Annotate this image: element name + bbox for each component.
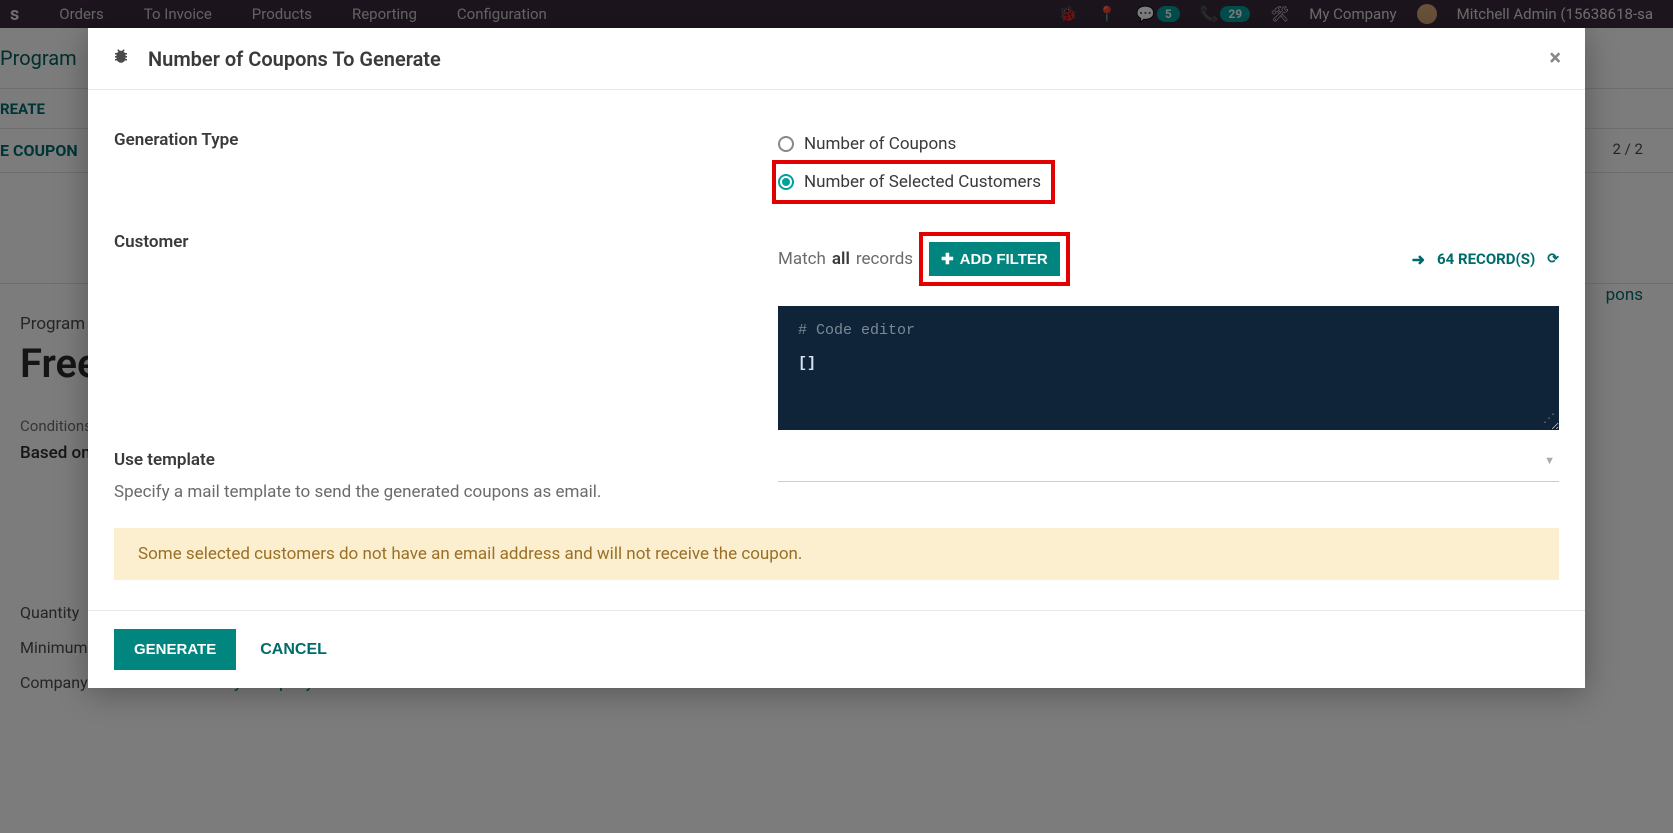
highlight-annotation: Number of Selected Customers	[772, 160, 1055, 204]
template-help-text: Specify a mail template to send the gene…	[114, 482, 778, 502]
resize-handle-icon[interactable]: ⋰	[1543, 411, 1555, 426]
cancel-button[interactable]: CANCEL	[260, 641, 327, 659]
refresh-icon[interactable]: ⟳	[1547, 251, 1559, 267]
warning-message: Some selected customers do not have an e…	[114, 528, 1559, 580]
plus-icon: ✚	[941, 250, 954, 268]
template-select[interactable]: ▼	[778, 450, 1559, 482]
use-template-label: Use template	[114, 450, 215, 470]
modal-footer: GENERATE CANCEL	[88, 610, 1585, 688]
match-all[interactable]: all	[832, 249, 850, 269]
customer-label: Customer	[114, 232, 189, 252]
close-icon[interactable]: ×	[1549, 46, 1561, 71]
match-records: records	[856, 249, 913, 269]
code-body: []	[798, 355, 1539, 372]
arrow-right-icon: ➜	[1412, 250, 1425, 269]
highlight-annotation: ✚ ADD FILTER	[919, 232, 1070, 286]
match-text: Match	[778, 249, 826, 269]
radio-number-selected-customers[interactable]: Number of Selected Customers	[778, 168, 1041, 196]
add-filter-button[interactable]: ✚ ADD FILTER	[929, 242, 1060, 276]
radio-icon-checked	[778, 174, 794, 190]
modal-title: Number of Coupons To Generate	[148, 47, 1549, 71]
radio-icon	[778, 136, 794, 152]
modal-dialog: Number of Coupons To Generate × Generati…	[88, 28, 1585, 688]
bug-icon[interactable]	[112, 47, 130, 70]
chevron-down-icon: ▼	[1544, 454, 1555, 467]
modal-header: Number of Coupons To Generate ×	[88, 28, 1585, 90]
generation-type-label: Generation Type	[114, 130, 238, 150]
code-editor[interactable]: # Code editor [] ⋰	[778, 306, 1559, 430]
records-count-link[interactable]: ➜ 64 RECORD(S) ⟳	[1412, 250, 1559, 269]
radio-number-of-coupons[interactable]: Number of Coupons	[778, 130, 1559, 158]
radio-label: Number of Coupons	[804, 134, 956, 154]
radio-label: Number of Selected Customers	[804, 172, 1041, 192]
code-comment: # Code editor	[798, 322, 1539, 339]
generate-button[interactable]: GENERATE	[114, 629, 236, 670]
